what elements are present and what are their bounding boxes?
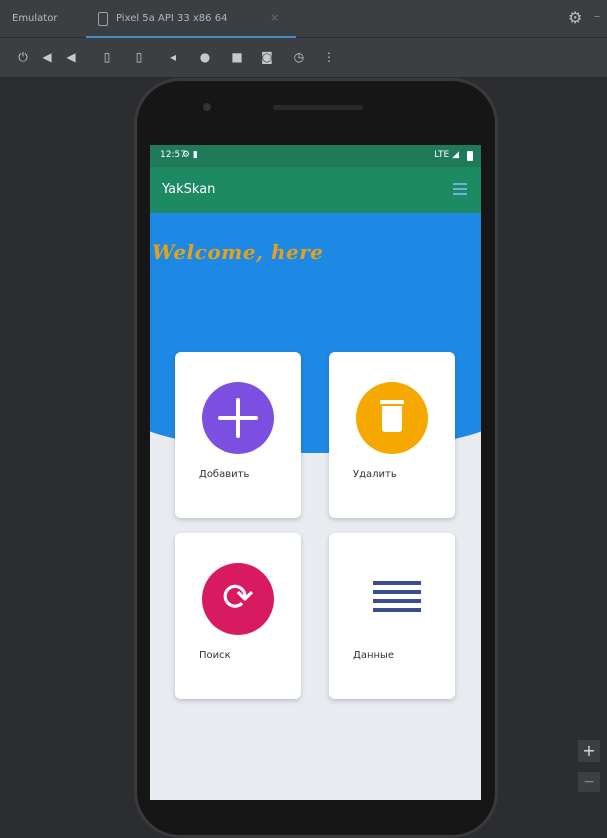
snapshot-icon[interactable]: ◷ (290, 48, 308, 66)
add-card[interactable]: Добавить (175, 352, 301, 518)
gear-icon[interactable]: ⚙ (568, 8, 582, 27)
trash-icon (356, 382, 428, 454)
device-tab[interactable]: Pixel 5a API 33 x86 64 × (86, 6, 296, 38)
add-card-label: Добавить (199, 469, 250, 480)
network-indicator: LTE ◢ (434, 150, 459, 160)
close-tab-icon[interactable]: × (270, 11, 279, 24)
app-bar: YakSkan (150, 167, 481, 213)
volume-up-icon[interactable]: ◀ (38, 48, 56, 66)
more-icon[interactable]: ⋮ (320, 48, 338, 66)
emulator-tab-bar: Emulator Pixel 5a API 33 x86 64 × ⚙ – (0, 0, 607, 38)
emulator-panel-title: Emulator (12, 13, 58, 24)
welcome-text: Welcome, here (152, 240, 324, 264)
rotate-right-icon[interactable]: ▯ (130, 48, 148, 66)
battery-icon (467, 151, 473, 161)
minimize-icon[interactable]: – (594, 9, 600, 23)
delete-card-label: Удалить (353, 469, 397, 480)
power-icon[interactable]: ⏻ (14, 48, 32, 66)
data-card-label: Данные (353, 650, 395, 661)
delete-card[interactable]: Удалить (329, 352, 455, 518)
search-refresh-icon: ⟳ (202, 563, 274, 635)
camera-icon[interactable]: ◙ (258, 48, 276, 66)
data-card[interactable]: Данные (329, 533, 455, 699)
home-icon[interactable]: ● (196, 48, 214, 66)
emulator-toolbar: ⏻ ◀ ◀ ▯ ▯ ◂ ● ■ ◙ ◷ ⋮ (0, 38, 607, 78)
volume-down-icon[interactable]: ◀ (62, 48, 80, 66)
add-icon (202, 382, 274, 454)
front-camera (203, 103, 211, 111)
search-card[interactable]: ⟳ Поиск (175, 533, 301, 699)
status-bar: 12:57 ⚙ ▮ LTE ◢ (150, 145, 481, 167)
app-title: YakSkan (162, 182, 216, 197)
device-icon (98, 12, 108, 26)
zoom-out-button[interactable]: − (578, 772, 600, 792)
data-list-icon (373, 581, 421, 615)
device-screen[interactable]: 12:57 ⚙ ▮ LTE ◢ YakSkan Welcome, here До… (150, 145, 481, 800)
speaker-grille (273, 105, 363, 110)
device-tab-label: Pixel 5a API 33 x86 64 (116, 13, 228, 24)
overview-icon[interactable]: ■ (228, 48, 246, 66)
rotate-left-icon[interactable]: ▯ (98, 48, 116, 66)
back-icon[interactable]: ◂ (164, 48, 182, 66)
menu-icon[interactable] (453, 183, 467, 195)
zoom-in-button[interactable]: + (578, 740, 600, 762)
search-card-label: Поиск (199, 650, 231, 661)
status-notification-icons: ⚙ ▮ (182, 150, 198, 160)
